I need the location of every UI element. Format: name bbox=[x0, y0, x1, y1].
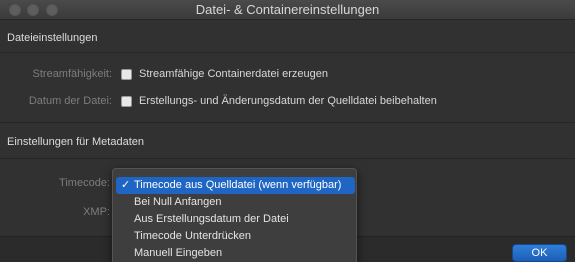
title-bar: Datei- & Containereinstellungen bbox=[0, 0, 575, 20]
streamable-label: Streamfähigkeit: bbox=[32, 68, 112, 80]
ok-button[interactable]: OK bbox=[512, 244, 567, 262]
streamable-checkbox[interactable] bbox=[121, 69, 132, 80]
menu-item-manual-entry[interactable]: Manuell Eingeben bbox=[116, 245, 355, 262]
section-heading-file-settings: Dateieinstellungen bbox=[7, 32, 98, 44]
file-date-label: Datum der Datei: bbox=[28, 95, 112, 107]
section-divider bbox=[0, 52, 575, 53]
menu-item-label: Timecode Unterdrücken bbox=[134, 230, 251, 242]
section-divider bbox=[0, 122, 575, 123]
menu-item-start-at-zero[interactable]: Bei Null Anfangen bbox=[116, 194, 355, 211]
menu-item-from-creation-date[interactable]: Aus Erstellungsdatum der Datei bbox=[116, 211, 355, 228]
menu-item-suppress-timecode[interactable]: Timecode Unterdrücken bbox=[116, 228, 355, 245]
xmp-label: XMP: bbox=[83, 206, 110, 218]
checkmark-icon: ✓ bbox=[121, 179, 131, 191]
menu-item-label: Bei Null Anfangen bbox=[134, 196, 222, 208]
file-date-checkbox-label[interactable]: Erstellungs- und Änderungsdatum der Quel… bbox=[139, 95, 437, 107]
menu-item-label: Manuell Eingeben bbox=[134, 247, 223, 259]
file-date-checkbox[interactable] bbox=[121, 96, 132, 107]
timecode-label: Timecode: bbox=[59, 177, 110, 189]
window-title: Datei- & Containereinstellungen bbox=[195, 2, 380, 17]
timecode-dropdown-menu: ✓ Timecode aus Quelldatei (wenn verfügba… bbox=[112, 168, 357, 262]
section-heading-metadata: Einstellungen für Metadaten bbox=[7, 136, 144, 148]
menu-item-label: Timecode aus Quelldatei (wenn verfügbar) bbox=[134, 179, 342, 191]
streamable-checkbox-label[interactable]: Streamfähige Containerdatei erzeugen bbox=[139, 68, 328, 80]
menu-item-label: Aus Erstellungsdatum der Datei bbox=[134, 213, 289, 225]
menu-item-timecode-from-source[interactable]: ✓ Timecode aus Quelldatei (wenn verfügba… bbox=[116, 177, 355, 194]
section-divider bbox=[0, 158, 575, 159]
